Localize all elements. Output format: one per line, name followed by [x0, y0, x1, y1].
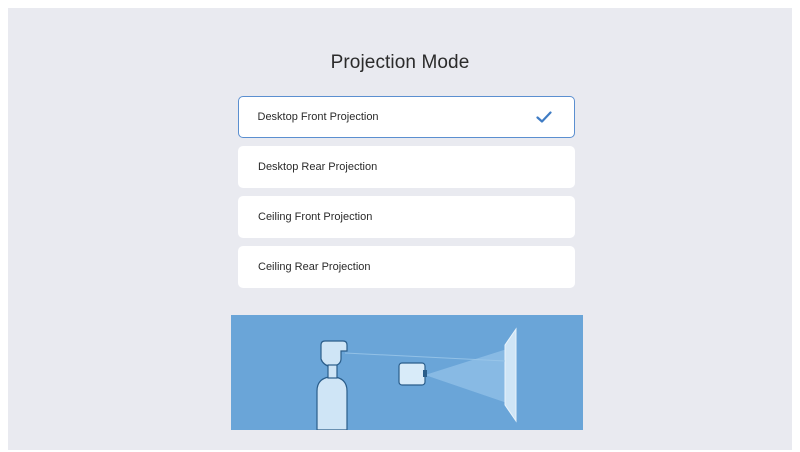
option-label: Ceiling Front Projection: [258, 211, 373, 223]
check-icon: [536, 111, 552, 123]
person-icon: [320, 340, 348, 368]
option-desktop-rear-projection[interactable]: Desktop Rear Projection: [238, 146, 575, 188]
projection-options-list: Desktop Front Projection Desktop Rear Pr…: [238, 96, 575, 296]
option-ceiling-rear-projection[interactable]: Ceiling Rear Projection: [238, 246, 575, 288]
option-label: Ceiling Rear Projection: [258, 261, 371, 273]
page-title: Projection Mode: [330, 52, 470, 73]
option-ceiling-front-projection[interactable]: Ceiling Front Projection: [238, 196, 575, 238]
option-label: Desktop Front Projection: [257, 111, 379, 123]
projection-mode-screen: Projection Mode Desktop Front Projection…: [8, 8, 792, 450]
option-label: Desktop Rear Projection: [258, 161, 378, 173]
projection-beam: [425, 349, 507, 403]
projection-screen-icon: [504, 327, 517, 423]
projector-icon: [398, 362, 427, 386]
option-desktop-front-projection[interactable]: Desktop Front Projection: [238, 96, 575, 138]
projection-mode-illustration: [231, 315, 583, 430]
